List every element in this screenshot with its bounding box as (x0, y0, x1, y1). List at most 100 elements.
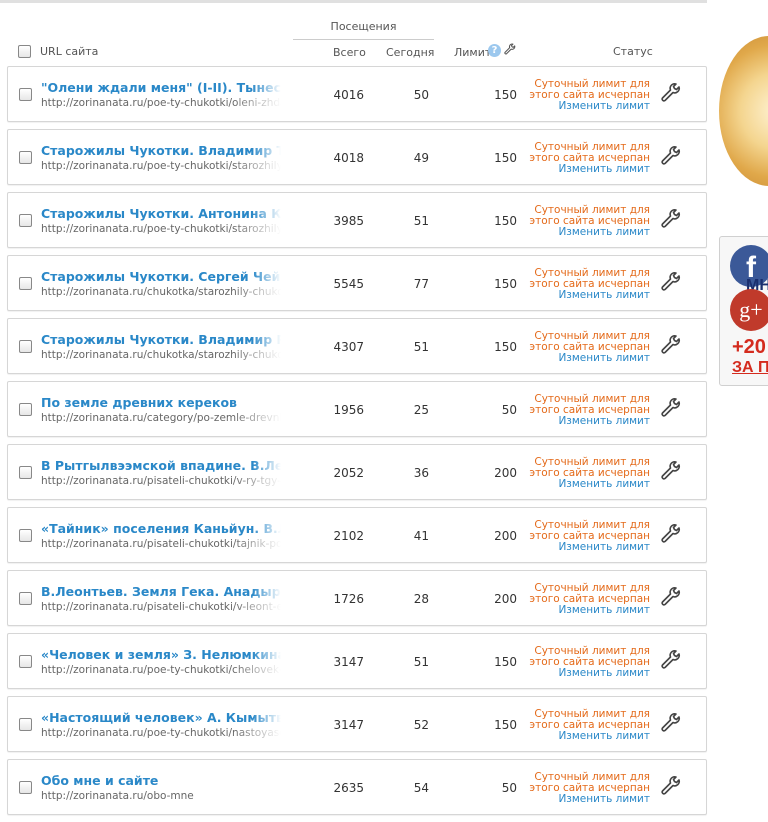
row-checkbox[interactable] (19, 88, 32, 101)
help-icon[interactable]: ? (488, 44, 501, 57)
table-row: "Олени ждали меня" (I-II). Тынескин http:… (7, 66, 707, 122)
visits-today: 25 (413, 403, 429, 417)
site-title-link[interactable]: «Настоящий человек» А. Кымытваль (41, 710, 281, 725)
site-url: http://zorinanata.ru/obo-mne (41, 790, 194, 802)
wrench-icon[interactable] (659, 649, 683, 673)
visits-limit: 150 (494, 718, 517, 732)
visits-total: 2635 (333, 781, 364, 795)
wrench-icon[interactable] (503, 43, 517, 57)
visits-limit: 150 (494, 88, 517, 102)
status-cell: Суточный лимит для этого сайта исчерпан Из… (519, 79, 650, 112)
status-warning-line1: Суточный лимит для (534, 771, 650, 783)
today-column-header[interactable]: Сегодня (386, 46, 434, 59)
visits-total: 2052 (333, 466, 364, 480)
visits-total: 1726 (333, 592, 364, 606)
row-checkbox[interactable] (19, 781, 32, 794)
visits-total: 4018 (333, 151, 364, 165)
visits-total: 4016 (333, 88, 364, 102)
limit-column-header[interactable]: Лимит (454, 46, 491, 59)
table-row: «Человек и земля» З. Нелюмкина http://zor… (7, 633, 707, 689)
table-row: В.Леонтьев. Земля Гека. Анадырский http:/… (7, 570, 707, 626)
site-url: http://zorinanata.ru/pisateli-chukotki/v… (41, 475, 281, 487)
change-limit-link[interactable]: Изменить лимит (519, 101, 650, 112)
site-title-link[interactable]: Старожилы Чукотки. Владимир Тыне (41, 143, 281, 158)
pizza-ad-image[interactable] (719, 36, 768, 186)
row-checkbox[interactable] (19, 340, 32, 353)
google-plus-icon[interactable]: g+ (730, 289, 768, 331)
change-limit-link[interactable]: Изменить лимит (519, 542, 650, 553)
change-limit-link[interactable]: Изменить лимит (519, 353, 650, 364)
site-title-link[interactable]: "Олени ждали меня" (I-II). Тынескин (41, 80, 281, 95)
wrench-icon[interactable] (659, 460, 683, 484)
row-checkbox[interactable] (19, 277, 32, 290)
change-limit-link[interactable]: Изменить лимит (519, 416, 650, 427)
status-cell: Суточный лимит для этого сайта исчерпан Из… (519, 331, 650, 364)
status-cell: Суточный лимит для этого сайта исчерпан Из… (519, 646, 650, 679)
wrench-icon[interactable] (659, 145, 683, 169)
visits-group-label: Посещения (330, 20, 397, 33)
site-url: http://zorinanata.ru/chukotka/starozhily… (41, 286, 281, 298)
wrench-icon[interactable] (659, 208, 683, 232)
sidebar-ads: f МН g+ +20 ЗА П (719, 0, 768, 770)
change-limit-link[interactable]: Изменить лимит (519, 731, 650, 742)
row-checkbox[interactable] (19, 592, 32, 605)
change-limit-link[interactable]: Изменить лимит (519, 668, 650, 679)
visits-today: 51 (413, 655, 429, 669)
site-title-link[interactable]: По земле древних кереков (41, 395, 281, 410)
row-checkbox[interactable] (19, 403, 32, 416)
site-title-link[interactable]: «Тайник» поселения Каньйун. В.Леон (41, 521, 281, 536)
total-column-header[interactable]: Всего (333, 46, 366, 59)
visits-today: 52 (413, 718, 429, 732)
site-title-link[interactable]: Старожилы Чукотки. Антонина Кымы (41, 206, 281, 221)
site-url: http://zorinanata.ru/poe-ty-chukotki/ole… (41, 97, 281, 109)
bonus-link[interactable]: ЗА П (732, 359, 768, 377)
change-limit-link[interactable]: Изменить лимит (519, 164, 650, 175)
site-title-link[interactable]: В Рытгылвээмской впадине. В.Леонть (41, 458, 281, 473)
site-title-link[interactable]: Старожилы Чукотки. Владимир Ровт (41, 332, 281, 347)
visits-limit: 200 (494, 592, 517, 606)
site-url: http://zorinanata.ru/pisateli-chukotki/t… (41, 538, 281, 550)
change-limit-link[interactable]: Изменить лимит (519, 290, 650, 301)
change-limit-link[interactable]: Изменить лимит (519, 227, 650, 238)
status-cell: Суточный лимит для этого сайта исчерпан Из… (519, 457, 650, 490)
wrench-icon[interactable] (659, 586, 683, 610)
wrench-icon[interactable] (659, 334, 683, 358)
row-checkbox[interactable] (19, 655, 32, 668)
visits-limit: 50 (501, 403, 517, 417)
visits-today: 41 (413, 529, 429, 543)
wrench-icon[interactable] (659, 523, 683, 547)
wrench-icon[interactable] (659, 82, 683, 106)
site-title-link[interactable]: Обо мне и сайте (41, 773, 281, 788)
change-limit-link[interactable]: Изменить лимит (519, 605, 650, 616)
bonus-amount: +20 (732, 336, 766, 358)
wrench-icon[interactable] (659, 712, 683, 736)
row-checkbox[interactable] (19, 529, 32, 542)
wrench-icon[interactable] (659, 397, 683, 421)
site-title-link[interactable]: В.Леонтьев. Земля Гека. Анадырский (41, 584, 281, 599)
wrench-icon[interactable] (659, 775, 683, 799)
visits-total: 3147 (333, 718, 364, 732)
visits-total: 5545 (333, 277, 364, 291)
select-all-checkbox[interactable] (18, 45, 31, 58)
social-box: f МН g+ +20 ЗА П (719, 236, 768, 386)
site-title-link[interactable]: Старожилы Чукотки. Сергей Чейвуте (41, 269, 281, 284)
visits-today: 77 (413, 277, 429, 291)
row-checkbox[interactable] (19, 214, 32, 227)
row-checkbox[interactable] (19, 718, 32, 731)
url-column-header[interactable]: URL сайта (40, 45, 98, 58)
change-limit-link[interactable]: Изменить лимит (519, 794, 650, 805)
wrench-icon[interactable] (659, 271, 683, 295)
table-row: Старожилы Чукотки. Сергей Чейвуте http://… (7, 255, 707, 311)
site-url: http://zorinanata.ru/category/po-zemle-d… (41, 412, 281, 424)
visits-limit: 150 (494, 151, 517, 165)
row-checkbox[interactable] (19, 466, 32, 479)
site-url: http://zorinanata.ru/poe-ty-chukotki/sta… (41, 223, 281, 235)
change-limit-link[interactable]: Изменить лимит (519, 479, 650, 490)
row-checkbox[interactable] (19, 151, 32, 164)
visits-today: 51 (413, 214, 429, 228)
table-row: «Настоящий человек» А. Кымытваль http://z… (7, 696, 707, 752)
site-title-link[interactable]: «Человек и земля» З. Нелюмкина (41, 647, 281, 662)
table-row: Старожилы Чукотки. Антонина Кымы http://z… (7, 192, 707, 248)
status-cell: Суточный лимит для этого сайта исчерпан Из… (519, 205, 650, 238)
site-url: http://zorinanata.ru/poe-ty-chukotki/che… (41, 664, 281, 676)
